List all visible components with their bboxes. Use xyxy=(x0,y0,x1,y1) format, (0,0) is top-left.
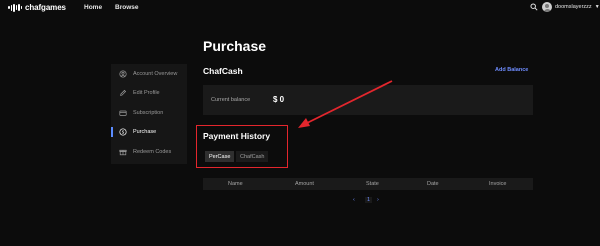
card-icon xyxy=(119,110,127,116)
sidebar-item-label: Edit Profile xyxy=(133,90,160,96)
page-title: Purchase xyxy=(203,38,267,54)
nav-link-home[interactable]: Home xyxy=(84,4,102,11)
logo-text: chafgames xyxy=(25,3,66,12)
user-menu[interactable]: doomslayerzzz ▼ xyxy=(542,2,600,12)
gift-icon xyxy=(119,149,127,156)
logo[interactable]: chafgames xyxy=(8,3,66,12)
sidebar-item-label: Subscription xyxy=(133,110,164,116)
tab-percase[interactable]: PerCase xyxy=(205,151,235,162)
account-sidebar: Account Overview Edit Profile Subscripti… xyxy=(111,64,187,164)
sidebar-item-redeem-codes[interactable]: Redeem Codes xyxy=(111,145,187,159)
nav-link-browse[interactable]: Browse xyxy=(115,4,138,11)
column-header-state[interactable]: State xyxy=(366,181,379,187)
payment-table-header: Name Amount State Date Invoice xyxy=(203,178,533,190)
user-circle-icon xyxy=(119,70,127,78)
current-balance-label: Current balance xyxy=(211,97,251,103)
balance-card: Current balance $ 0 xyxy=(203,85,533,115)
logo-icon xyxy=(8,3,22,12)
sidebar-item-label: Account Overview xyxy=(133,71,178,77)
sidebar-item-account-overview[interactable]: Account Overview xyxy=(111,67,187,81)
sidebar-item-label: Purchase xyxy=(133,129,157,135)
active-indicator xyxy=(111,127,113,137)
pencil-icon xyxy=(120,89,127,96)
search-icon[interactable] xyxy=(530,3,538,11)
sidebar-item-purchase[interactable]: $ Purchase xyxy=(111,125,187,139)
tab-chafcash[interactable]: ChafCash xyxy=(236,151,269,162)
username: doomslayerzzz xyxy=(555,4,592,10)
sidebar-item-label: Redeem Codes xyxy=(133,149,172,155)
pagination-prev-button[interactable]: ‹ xyxy=(353,197,355,203)
payment-history-title: Payment History xyxy=(203,131,271,141)
pagination-page-1[interactable]: 1 xyxy=(365,197,373,203)
column-header-invoice[interactable]: Invoice xyxy=(489,181,506,187)
top-navigation-bar: chafgames Home Browse doomslayerzzz ▼ xyxy=(0,0,600,18)
column-header-amount[interactable]: Amount xyxy=(295,181,314,187)
avatar xyxy=(542,2,552,12)
svg-text:$: $ xyxy=(122,130,125,136)
chafcash-title: ChafCash xyxy=(203,66,243,76)
sidebar-item-edit-profile[interactable]: Edit Profile xyxy=(111,86,187,100)
pagination-next-button[interactable]: › xyxy=(377,197,379,203)
column-header-date[interactable]: Date xyxy=(427,181,439,187)
chevron-down-icon: ▼ xyxy=(594,4,600,10)
sidebar-item-subscription[interactable]: Subscription xyxy=(111,106,187,120)
annotation-arrow xyxy=(298,80,393,128)
dollar-circle-icon: $ xyxy=(119,128,127,136)
column-header-name[interactable]: Name xyxy=(228,181,243,187)
current-balance-value: $ 0 xyxy=(273,95,285,104)
add-balance-link[interactable]: Add Balance xyxy=(495,67,528,73)
